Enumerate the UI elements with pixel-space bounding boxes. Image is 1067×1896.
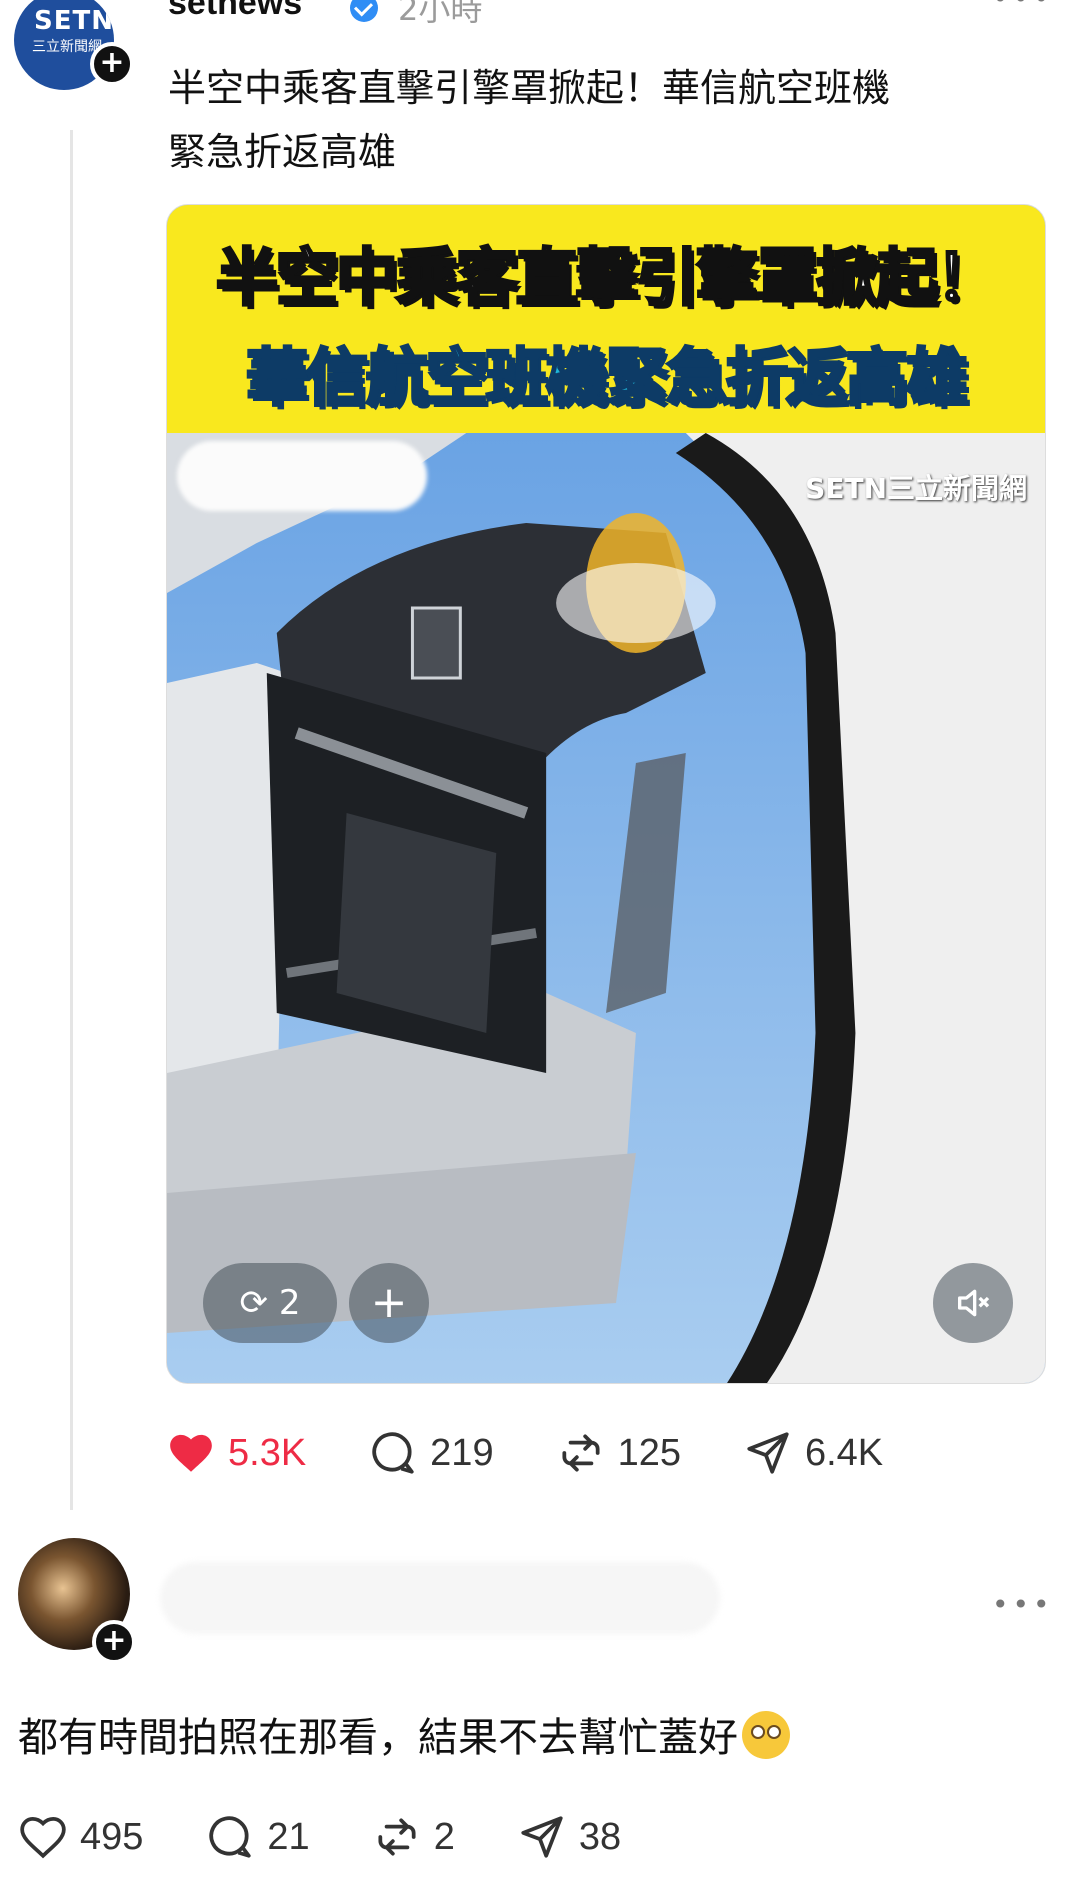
reply-share-button[interactable]: 38 <box>517 1812 621 1862</box>
redacted-username <box>160 1562 720 1634</box>
post-action-bar: 5.3K 219 125 6.4K <box>166 1428 945 1478</box>
reply-more-options-icon[interactable]: ••• <box>992 1588 1054 1621</box>
comment-bubble-icon <box>209 1816 252 1858</box>
comment-bubble-icon <box>372 1432 414 1474</box>
send-icon <box>747 1432 789 1474</box>
media-repost-button[interactable]: ⟳ 2 <box>203 1263 337 1343</box>
engine-cowling-photo <box>167 433 1045 1383</box>
redacted-overlay <box>177 441 427 511</box>
share-button[interactable]: 6.4K <box>743 1428 883 1478</box>
reply-like-button[interactable]: 495 <box>18 1812 143 1862</box>
repost-button[interactable]: 125 <box>556 1428 681 1478</box>
reply-action-bar: 495 21 2 38 <box>18 1812 683 1862</box>
reply-text-content: 都有時間拍照在那看，結果不去幫忙蓋好 <box>18 1715 738 1761</box>
banner-headline-2: 華信航空班機緊急折返高雄 <box>244 340 969 416</box>
comment-count: 219 <box>430 1431 494 1474</box>
post-text-line: 半空中乘客直擊引擎罩掀起！華信航空班機 <box>168 66 891 110</box>
reply-comment-count: 21 <box>267 1815 310 1858</box>
thread-connector-line <box>70 130 73 1510</box>
media-add-button[interactable]: + <box>349 1263 429 1343</box>
reply-share-count: 38 <box>578 1815 622 1858</box>
repost-icon <box>562 1434 600 1472</box>
banner-headline-1: 半空中乘客直擊引擎罩掀起！ <box>214 240 999 316</box>
reply-follow-plus-icon[interactable]: + <box>92 1620 136 1664</box>
reply-comment-button[interactable]: 21 <box>205 1812 310 1862</box>
like-count: 5.3K <box>228 1431 307 1474</box>
headline-banner: 半空中乘客直擊引擎罩掀起！ 華信航空班機緊急折返高雄 <box>167 205 1045 433</box>
comment-button[interactable]: 219 <box>368 1428 494 1478</box>
post-timestamp: 2小時 <box>398 0 483 28</box>
like-button[interactable]: 5.3K <box>166 1428 306 1478</box>
reply-repost-button[interactable]: 2 <box>372 1812 455 1862</box>
heart-icon <box>20 1816 66 1859</box>
setn-watermark: SETN三立新聞網 <box>805 472 1027 505</box>
post-media-video[interactable]: 半空中乘客直擊引擎罩掀起！ 華信航空班機緊急折返高雄 SETN三立新聞網 ⟳ 2… <box>166 204 1046 1384</box>
avatar-logo: SETN <box>34 6 114 36</box>
reply-text: 都有時間拍照在那看，結果不去幫忙蓋好 <box>18 1705 790 1763</box>
speaker-muted-icon[interactable] <box>933 1263 1013 1343</box>
more-options-icon[interactable]: ••• <box>992 0 1054 15</box>
follow-plus-icon[interactable]: + <box>90 42 134 86</box>
share-count: 6.4K <box>804 1431 884 1474</box>
reply-like-count: 495 <box>80 1815 144 1858</box>
media-repost-count: 2 <box>278 1283 301 1323</box>
repost-icon <box>378 1818 416 1856</box>
repost-icon: ⟳ <box>239 1283 269 1323</box>
eye-roll-emoji-icon <box>742 1711 790 1759</box>
verified-badge-icon <box>350 0 378 22</box>
post-text-line: 緊急折返高雄 <box>168 130 397 174</box>
author-username[interactable]: setnews <box>168 0 302 23</box>
send-icon <box>521 1816 563 1858</box>
repost-count: 125 <box>617 1431 681 1474</box>
reply-repost-count: 2 <box>433 1815 455 1858</box>
heart-icon <box>170 1434 212 1472</box>
post-text: 半空中乘客直擊引擎罩掀起！華信航空班機 緊急折返高雄 <box>168 56 1048 184</box>
